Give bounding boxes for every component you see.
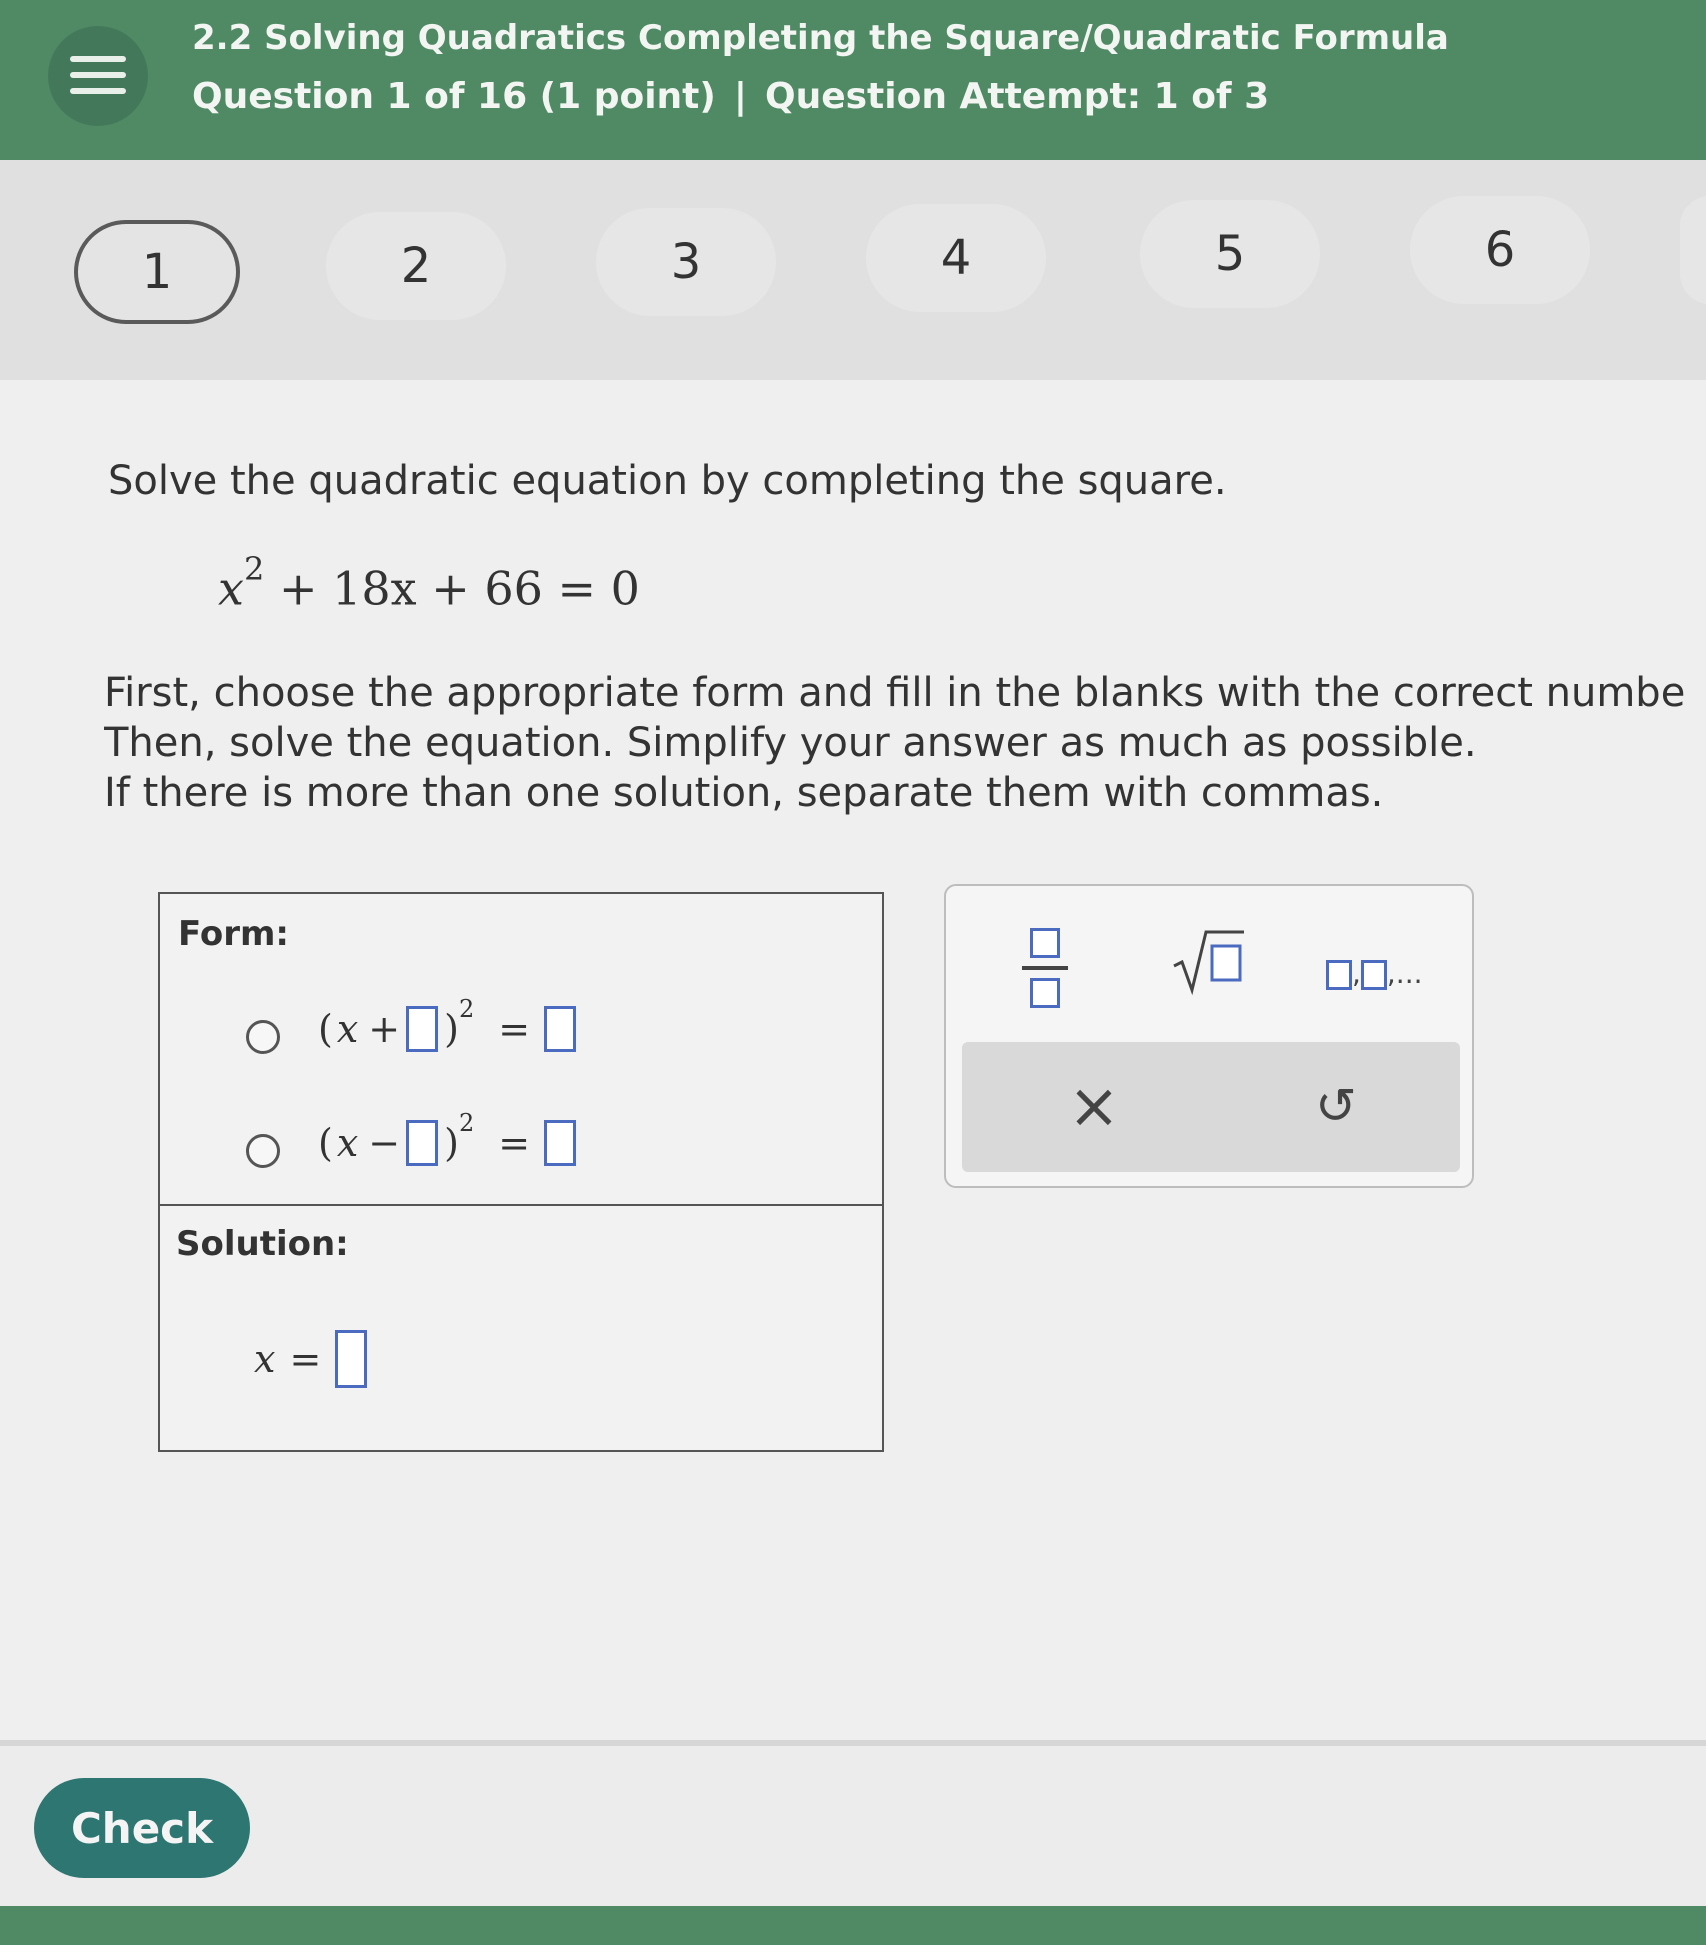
instruction-line: If there is more than one solution, sepa… (104, 770, 1384, 816)
question-5-button[interactable]: 5 (1140, 200, 1320, 308)
fraction-button[interactable] (1016, 922, 1076, 1012)
solution-label: Solution: (176, 1224, 349, 1264)
question-info: Question 1 of 16 (1 point) | Question Atte… (192, 76, 1269, 117)
paren-close: ) (444, 1007, 459, 1051)
quadratic-equation: x2 + 18x + 66 = 0 (218, 550, 640, 616)
question-6-button[interactable]: 6 (1410, 196, 1590, 304)
check-button[interactable]: Check (34, 1778, 250, 1878)
undo-button[interactable]: ↺ (1296, 1066, 1376, 1146)
form-minus-blank-2[interactable] (544, 1120, 577, 1166)
square-root-icon (1173, 930, 1244, 996)
equation-exponent: 2 (243, 550, 265, 588)
form-option-minus: ( x − ) 2 = (318, 1109, 582, 1166)
question-2-button[interactable]: 2 (326, 212, 506, 320)
close-icon: × (1068, 1069, 1120, 1142)
form-option-plus: ( x + ) 2 = (318, 995, 582, 1052)
list-comma: , (1352, 957, 1361, 990)
question-4-button[interactable]: 4 (866, 204, 1046, 312)
x-variable: x (336, 1007, 359, 1051)
plus-sign: + (368, 1007, 401, 1051)
list-suffix: ,... (1386, 957, 1423, 990)
list-button[interactable]: , ,... (1326, 944, 1446, 990)
math-toolbox: , ,... × ↺ (944, 884, 1474, 1188)
answer-box: Form: ( x + ) 2 = ( x − ) 2 = Solution: … (158, 892, 884, 1452)
square-exponent: 2 (458, 995, 475, 1023)
fraction-icon-denominator (1030, 978, 1060, 1008)
toolbox-action-bar: × ↺ (962, 1042, 1460, 1172)
paren-open: ( (318, 1121, 333, 1165)
form-plus-blank-1[interactable] (406, 1006, 439, 1052)
question-1-button[interactable]: 1 (74, 220, 240, 324)
question-next-partial[interactable] (1680, 196, 1706, 304)
paren-open: ( (318, 1007, 333, 1051)
fraction-bar (1022, 966, 1068, 970)
menu-button[interactable] (48, 26, 148, 126)
equation-variable: x (218, 561, 244, 616)
x-variable: x (254, 1337, 276, 1381)
equals-sign: = (498, 1121, 531, 1165)
instructions: First, choose the appropriate form and f… (104, 668, 1706, 818)
question-number: Question 1 of 16 (1 point) (192, 76, 716, 117)
equation-rest: + 18x + 66 = 0 (278, 561, 640, 616)
question-navigation: 1 2 3 4 5 6 (0, 160, 1706, 380)
hamburger-icon-line (70, 72, 126, 78)
list-icon-box (1360, 960, 1387, 990)
equals-sign: = (289, 1337, 322, 1381)
form-label: Form: (178, 914, 289, 954)
instruction-line: Then, solve the equation. Simplify your … (104, 720, 1477, 766)
bottom-bar (0, 1906, 1706, 1945)
answer-divider (160, 1204, 882, 1206)
footer (0, 1746, 1706, 1906)
list-icon-box (1326, 960, 1352, 990)
undo-icon: ↺ (1315, 1077, 1357, 1135)
form-plus-blank-2[interactable] (544, 1006, 577, 1052)
fraction-icon (1030, 928, 1060, 958)
form-minus-blank-1[interactable] (406, 1120, 439, 1166)
square-exponent: 2 (458, 1109, 475, 1137)
assignment-title: 2.2 Solving Quadratics Completing the Sq… (192, 18, 1449, 58)
solution-input[interactable] (335, 1330, 368, 1388)
problem-prompt: Solve the quadratic equation by completi… (108, 458, 1227, 504)
problem-area: Solve the quadratic equation by completi… (0, 380, 1706, 1740)
paren-close: ) (444, 1121, 459, 1165)
attempt-info: Question Attempt: 1 of 3 (764, 76, 1270, 117)
question-3-button[interactable]: 3 (596, 208, 776, 316)
hamburger-icon-line (70, 88, 126, 94)
instruction-line: First, choose the appropriate form and f… (104, 670, 1686, 716)
form-option-minus-radio[interactable] (246, 1134, 280, 1168)
clear-button[interactable]: × (1054, 1066, 1134, 1146)
minus-sign: − (368, 1121, 401, 1165)
x-variable: x (336, 1121, 359, 1165)
top-header: 2.2 Solving Quadratics Completing the Sq… (0, 0, 1706, 160)
square-root-button[interactable] (1170, 926, 1246, 996)
equals-sign: = (498, 1007, 531, 1051)
hamburger-icon (70, 56, 126, 62)
solution-expression: x = (254, 1330, 373, 1388)
separator: | (733, 76, 747, 117)
form-option-plus-radio[interactable] (246, 1020, 280, 1054)
